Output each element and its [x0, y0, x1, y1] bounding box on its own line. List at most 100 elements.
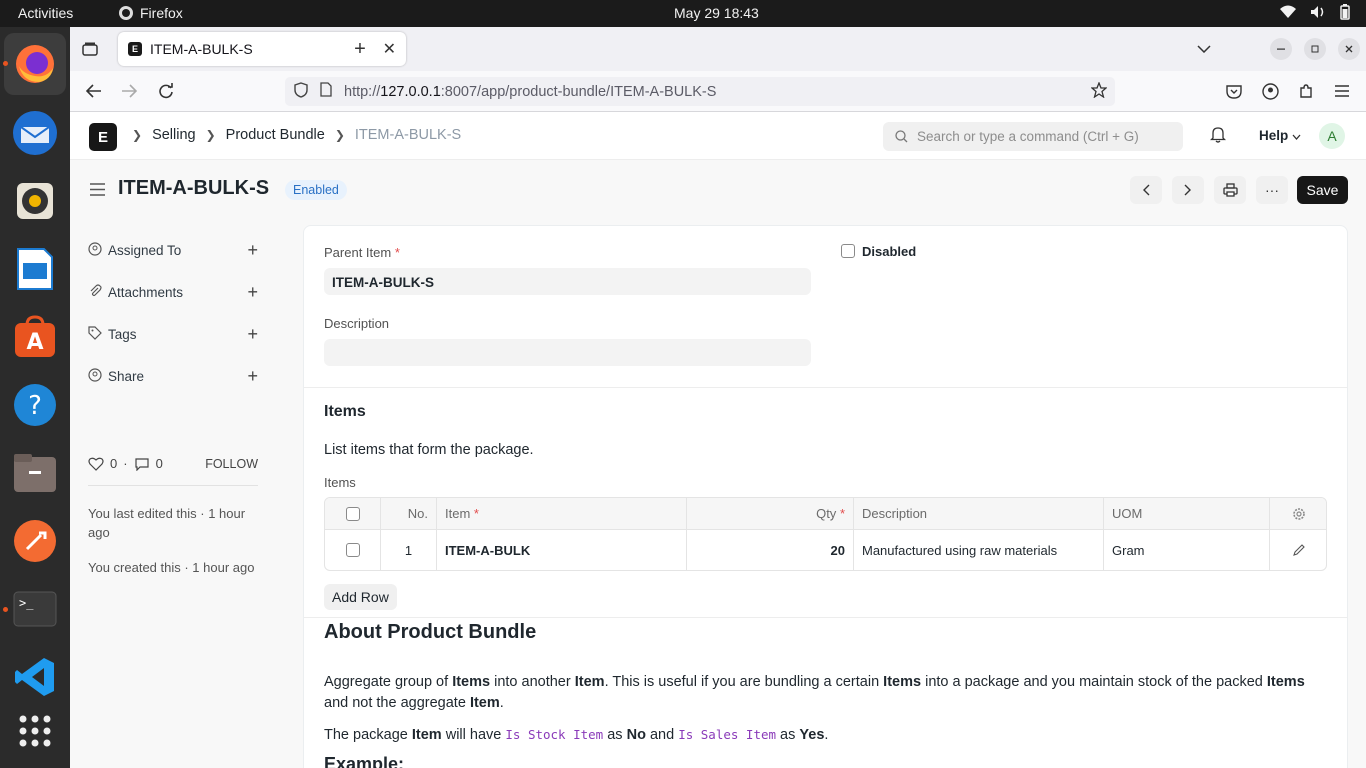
follow-button[interactable]: FOLLOW	[205, 457, 258, 471]
comment-icon[interactable]	[134, 457, 150, 471]
row-select-cell	[325, 530, 381, 570]
shield-icon[interactable]	[294, 81, 308, 102]
row-uom[interactable]: Gram	[1104, 530, 1270, 570]
bold-text: Item	[469, 695, 500, 711]
sidebar-item-attachments[interactable]: Attachments +	[88, 282, 258, 302]
column-settings-button[interactable]	[1270, 498, 1326, 529]
text: into another	[490, 674, 575, 690]
breadcrumb-current[interactable]: ITEM-A-BULK-S	[355, 127, 461, 143]
dock-app-center[interactable]: A	[11, 313, 59, 361]
parent-item-label: Parent Item *	[324, 245, 400, 260]
list-all-tabs-button[interactable]	[1190, 35, 1218, 63]
next-document-button[interactable]	[1172, 176, 1204, 204]
tab-overview-button[interactable]	[76, 35, 104, 63]
minimize-window-button[interactable]	[1267, 35, 1295, 63]
dock-terminal[interactable]: >_	[11, 585, 59, 633]
col-uom: UOM	[1104, 498, 1270, 529]
items-help-text: List items that form the package.	[324, 442, 534, 458]
add-assignment-icon[interactable]: +	[247, 240, 258, 261]
bold-text: Item	[574, 674, 605, 690]
printer-icon	[1222, 183, 1238, 197]
dock-firefox[interactable]	[4, 33, 66, 95]
dock-help[interactable]: ?	[11, 381, 59, 429]
print-button[interactable]	[1214, 176, 1246, 204]
select-all-checkbox[interactable]	[345, 506, 360, 521]
sidebar-item-share[interactable]: Share +	[88, 366, 258, 386]
previous-document-button[interactable]	[1130, 176, 1162, 204]
account-button[interactable]	[1256, 77, 1284, 105]
required-asterisk: *	[473, 506, 479, 521]
row-qty[interactable]: 20	[687, 530, 854, 570]
dock-thunderbird[interactable]	[11, 109, 59, 157]
activities-button[interactable]: Activities	[18, 5, 73, 21]
add-tag-icon[interactable]: +	[247, 324, 258, 345]
row-description[interactable]: Manufactured using raw materials	[854, 530, 1104, 570]
awesomebar-search[interactable]: Search or type a command (Ctrl + G)	[883, 122, 1183, 151]
chevron-right-icon: ❯	[205, 128, 216, 142]
notifications-button[interactable]	[1209, 126, 1227, 148]
gear-icon	[1293, 507, 1305, 520]
help-dropdown[interactable]: Help	[1259, 128, 1301, 143]
save-button[interactable]: Save	[1297, 176, 1348, 204]
page-info-icon[interactable]	[320, 82, 332, 101]
dock-show-apps[interactable]	[11, 707, 59, 755]
breadcrumb-selling[interactable]: Selling	[152, 127, 196, 143]
code-text: Is Stock Item	[505, 727, 604, 742]
system-tray[interactable]	[1280, 4, 1350, 20]
close-tab-icon[interactable]: ✕	[383, 39, 396, 59]
last-edited-note: You last edited this · 1 hour ago	[88, 506, 246, 540]
new-tab-button[interactable]: +	[346, 35, 374, 63]
sidebar-item-assigned-to[interactable]: Assigned To +	[88, 240, 258, 260]
bold-text: Item	[411, 727, 442, 743]
parent-item-field[interactable]: ITEM-A-BULK-S	[324, 268, 811, 295]
address-bar[interactable]: http://127.0.0.1:8007/app/product-bundle…	[285, 77, 1115, 106]
clock[interactable]: May 29 18:43	[674, 5, 759, 21]
user-avatar[interactable]: A	[1319, 123, 1345, 149]
about-paragraph-1: Aggregate group of Items into another It…	[324, 672, 1324, 714]
app-logo[interactable]: E	[89, 123, 117, 151]
help-icon: ?	[14, 384, 56, 426]
section-divider	[304, 617, 1347, 618]
app-name: Firefox	[140, 5, 183, 21]
dock-vscode[interactable]	[11, 653, 59, 701]
app-menu-button[interactable]	[1328, 77, 1356, 105]
postman-icon	[14, 520, 56, 562]
dock-files[interactable]	[11, 449, 59, 497]
firefox-icon	[16, 45, 54, 83]
dock-postman[interactable]	[11, 517, 59, 565]
close-window-button[interactable]	[1335, 35, 1363, 63]
reload-button[interactable]	[152, 77, 180, 105]
row-item[interactable]: ITEM-A-BULK	[437, 530, 687, 570]
sidebar-item-label: Tags	[108, 326, 137, 342]
add-row-button[interactable]: Add Row	[324, 584, 397, 610]
app-menu[interactable]: Firefox	[118, 5, 183, 21]
add-attachment-icon[interactable]: +	[247, 282, 258, 303]
dock-rhythmbox[interactable]	[11, 177, 59, 225]
more-actions-button[interactable]: ···	[1256, 176, 1288, 204]
edit-row-button[interactable]	[1270, 530, 1326, 570]
breadcrumb-product-bundle[interactable]: Product Bundle	[226, 127, 325, 143]
form-card: Parent Item * ITEM-A-BULK-S Disabled Des…	[303, 225, 1348, 768]
description-field[interactable]	[324, 339, 811, 366]
dock-libreoffice-writer[interactable]	[11, 245, 59, 293]
bookmark-star-icon[interactable]	[1090, 80, 1108, 102]
back-button[interactable]	[80, 77, 108, 105]
heart-icon[interactable]	[88, 457, 104, 471]
items-section-title[interactable]: Items	[324, 403, 366, 421]
restore-window-button[interactable]	[1301, 35, 1329, 63]
text: Aggregate group of	[324, 674, 453, 690]
row-checkbox[interactable]	[345, 543, 360, 557]
bold-text: Yes	[799, 727, 825, 743]
system-top-bar: Activities Firefox May 29 18:43	[0, 0, 1366, 27]
pocket-button[interactable]	[1220, 77, 1248, 105]
table-row[interactable]: 1 ITEM-A-BULK 20 Manufactured using raw …	[325, 530, 1326, 570]
add-share-icon[interactable]: +	[247, 366, 258, 387]
example-heading: Example:	[324, 754, 405, 768]
dock: A ? >_	[0, 27, 70, 768]
toggle-sidebar-button[interactable]	[90, 180, 105, 201]
extensions-button[interactable]	[1292, 77, 1320, 105]
forward-button[interactable]	[115, 77, 143, 105]
disabled-checkbox[interactable]	[841, 244, 855, 258]
sidebar-item-tags[interactable]: Tags +	[88, 324, 258, 344]
chevron-right-icon	[1184, 184, 1191, 196]
